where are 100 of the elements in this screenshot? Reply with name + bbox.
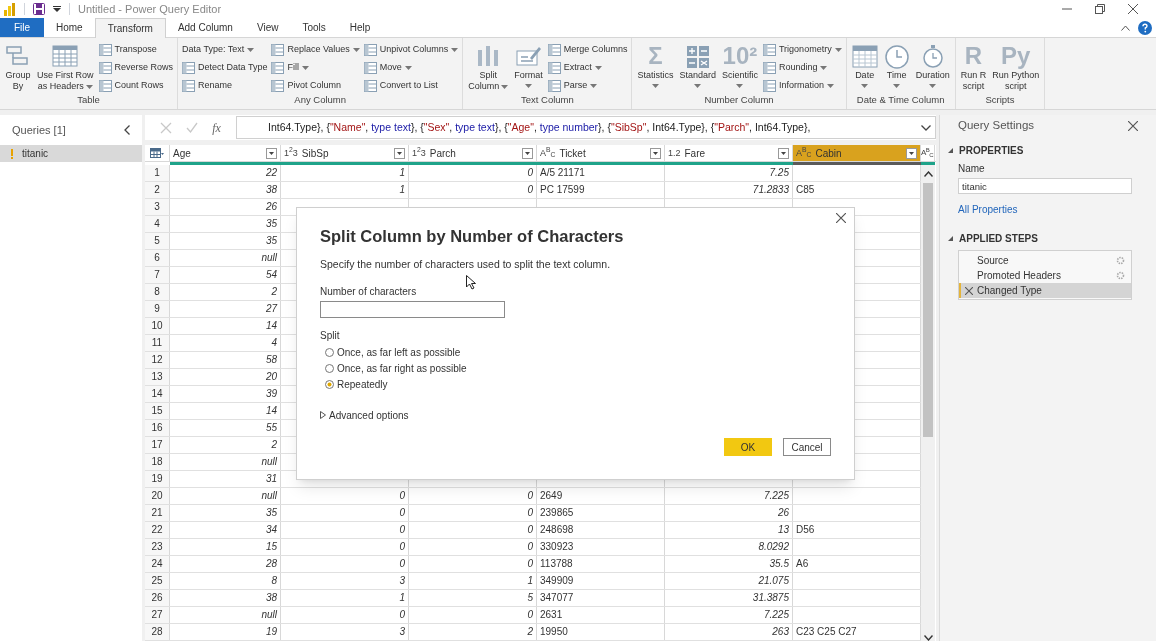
ribbon-button[interactable]: Duration <box>914 42 951 88</box>
table-icon <box>182 62 196 74</box>
ribbon-button[interactable]: Reverse Rows <box>98 61 174 75</box>
ribbon-button[interactable]: Extract <box>547 61 628 75</box>
table-menu-icon[interactable] <box>150 147 164 159</box>
field-label: Number of characters <box>320 284 418 299</box>
save-icon[interactable] <box>33 3 45 15</box>
table-cell: 0 <box>409 505 537 521</box>
ribbon-button[interactable]: Data Type: Text <box>182 43 268 57</box>
ribbon-button[interactable]: Rename <box>182 79 268 93</box>
ribbon-button[interactable]: Replace Values <box>271 43 360 57</box>
formula-field[interactable]: Int64.Type}, {"Name", type text}, {"Sex", type text}, {"Age", type number}, {"SibSp", Int64.Type}, {"Parch", Int64.Type}, <box>236 116 936 139</box>
table-cell: 35 <box>170 233 281 249</box>
scrollbar-thumb[interactable] <box>923 183 933 437</box>
radio-button[interactable] <box>325 379 334 389</box>
ribbon-button[interactable]: Standard <box>678 42 717 88</box>
applied-step[interactable]: Source <box>959 253 1131 268</box>
ribbon-button[interactable]: Unpivot Columns <box>363 43 459 57</box>
ribbon-button[interactable]: Fill <box>271 61 360 75</box>
advanced-options-toggle[interactable]: Advanced options <box>320 407 409 423</box>
radio-option[interactable]: Repeatedly <box>325 377 831 391</box>
close-icon[interactable] <box>836 213 846 223</box>
scrollbar[interactable] <box>921 165 935 641</box>
filter-dropdown-icon[interactable] <box>522 147 533 159</box>
collapse-ribbon-icon[interactable] <box>1121 24 1130 31</box>
table-cell: 0 <box>409 607 537 623</box>
name-field[interactable]: titanic <box>958 178 1132 194</box>
column-header[interactable]: 1.2 Fare <box>665 145 793 161</box>
ok-button[interactable]: OK <box>724 438 772 456</box>
table-icon <box>363 44 377 56</box>
collapse-triangle-icon[interactable] <box>948 148 953 153</box>
scroll-down-icon[interactable] <box>923 635 933 641</box>
ribbon-button[interactable]: Split Column <box>467 42 510 92</box>
delete-icon[interactable] <box>965 286 973 295</box>
function-button[interactable]: fx <box>212 118 221 137</box>
ribbon-button[interactable]: Date <box>850 42 879 88</box>
type-icon[interactable]: 1$^{2}$3 <box>284 148 298 158</box>
row-number: 18 <box>145 454 170 470</box>
table-cell: 15 <box>170 539 281 555</box>
ribbon-button[interactable]: Py Run Python script <box>991 42 1041 92</box>
filter-dropdown-icon[interactable] <box>266 147 277 159</box>
ribbon-button[interactable]: Time <box>882 42 911 88</box>
ribbon-button[interactable]: Group By <box>4 42 32 92</box>
column-header[interactable]: Age <box>170 145 281 161</box>
query-item[interactable]: titanic <box>0 145 142 162</box>
ribbon-button[interactable]: R Run R script <box>959 42 988 92</box>
close-icon[interactable] <box>1128 121 1138 131</box>
radio-option[interactable]: Once, as far left as possible <box>325 345 831 359</box>
ribbon-button[interactable]: Count Rows <box>98 79 174 93</box>
ribbon-button[interactable]: Pivot Column <box>271 79 360 93</box>
applied-step[interactable]: Promoted Headers <box>959 268 1131 283</box>
cancel-button[interactable]: Cancel <box>783 438 831 456</box>
row-number: 17 <box>145 437 170 453</box>
table-cell: 113788 <box>537 556 665 572</box>
ribbon-button[interactable]: Move <box>363 61 459 75</box>
table-cell: 38 <box>170 182 281 198</box>
ribbon-button[interactable]: Rounding <box>762 61 842 75</box>
ribbon-button[interactable]: Information <box>762 79 842 93</box>
ribbon-tab[interactable]: File <box>0 18 44 37</box>
row-number: 15 <box>145 403 170 419</box>
ribbon-button[interactable]: Transpose <box>98 43 174 57</box>
ribbon-tab[interactable]: Transform <box>94 18 166 38</box>
ribbon-button[interactable]: Parse <box>547 79 628 93</box>
help-icon[interactable] <box>1138 20 1152 35</box>
scroll-up-icon[interactable] <box>923 171 933 177</box>
collapse-triangle-icon[interactable] <box>948 236 953 241</box>
table-cell: 8 <box>170 573 281 589</box>
filter-dropdown-icon[interactable] <box>394 147 405 159</box>
all-properties-link[interactable]: All Properties <box>958 202 1138 217</box>
filter-dropdown-icon[interactable] <box>778 147 789 159</box>
radio-button[interactable] <box>325 363 334 373</box>
row-number: 5 <box>145 233 170 249</box>
ribbon-button[interactable]: Trigonometry <box>762 43 842 57</box>
filter-dropdown-icon[interactable] <box>906 147 917 159</box>
input-field[interactable] <box>320 300 505 318</box>
radio-option[interactable]: Once, as far right as possible <box>325 361 831 375</box>
dialog-description: Specify the number of characters used to split the text column. <box>320 256 611 272</box>
ribbon-button[interactable]: Σ Statistics <box>636 42 675 88</box>
type-icon[interactable]: 1$^{2}$3 <box>412 148 426 158</box>
caret-icon[interactable] <box>53 5 61 13</box>
column-header[interactable]: 1$^{2}$3 Parch <box>409 145 537 161</box>
table-cell: 2 <box>170 284 281 300</box>
applied-step[interactable]: Changed Type <box>959 283 1131 298</box>
close-icon[interactable] <box>1128 4 1138 14</box>
ribbon-button[interactable]: Use First Row as Headers <box>36 42 95 92</box>
filter-dropdown-icon[interactable] <box>650 147 661 159</box>
column-header[interactable]: 1$^{2}$3 SibSp <box>281 145 409 161</box>
ribbon-button[interactable]: Merge Columns <box>547 43 628 57</box>
ribbon-button[interactable]: Format <box>513 42 544 88</box>
ribbon-button[interactable]: 10² Scientific <box>720 42 759 88</box>
table-icon <box>363 62 377 74</box>
row-number: 25 <box>145 573 170 589</box>
ribbon-button[interactable]: Convert to List <box>363 79 459 93</box>
chevron-down-icon <box>921 124 931 131</box>
type-icon[interactable]: 1.2 <box>668 148 681 158</box>
ribbon-button[interactable]: Detect Data Type <box>182 61 268 75</box>
radio-button[interactable] <box>325 347 334 357</box>
collapse-icon[interactable] <box>124 125 130 135</box>
check-icon[interactable] <box>186 121 199 134</box>
restore-icon[interactable] <box>1095 4 1105 14</box>
